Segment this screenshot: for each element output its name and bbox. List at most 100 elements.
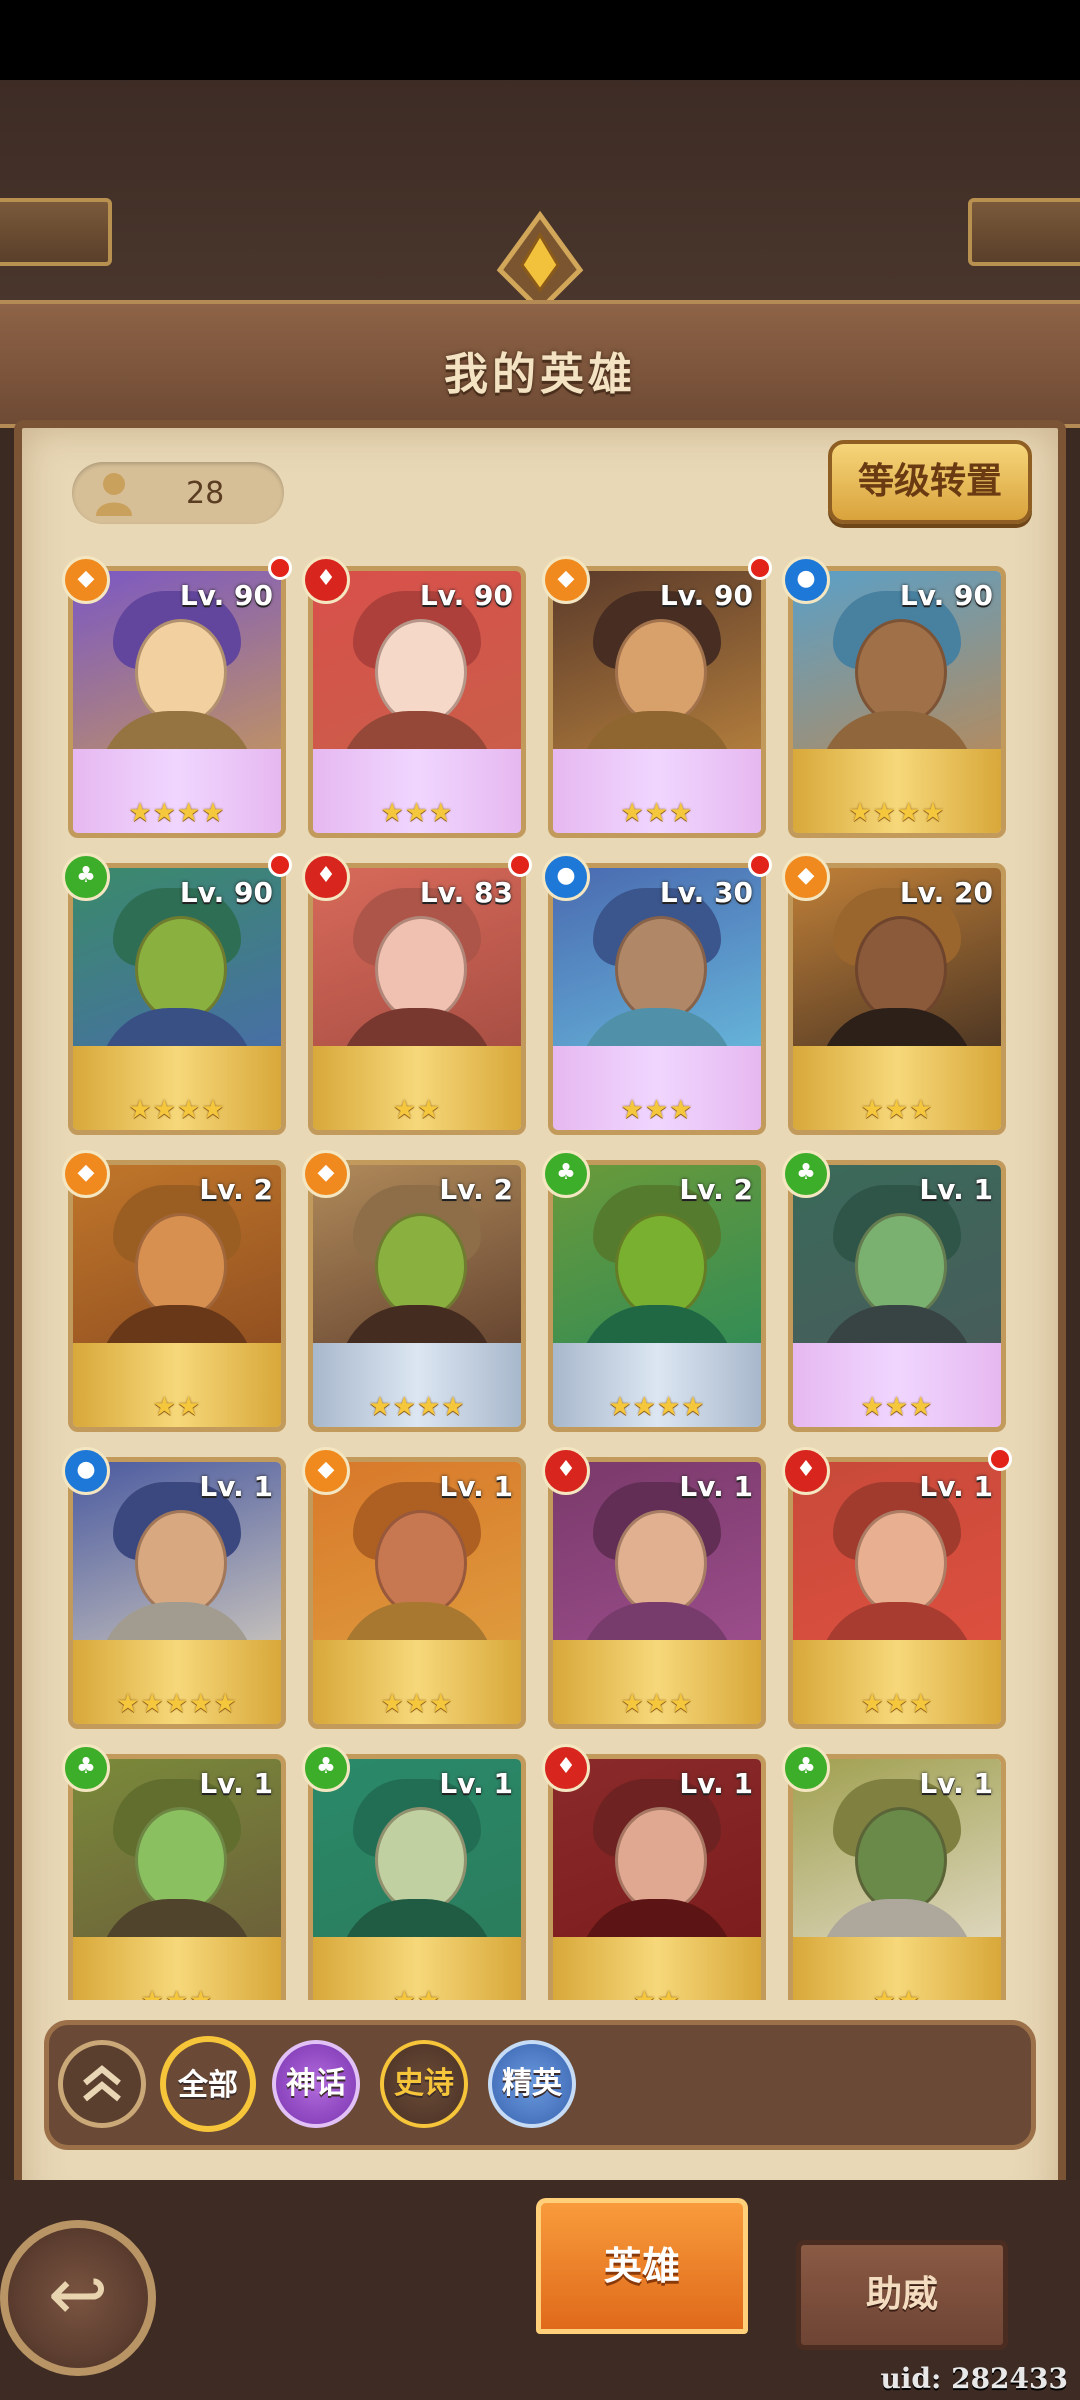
red-element-icon: ♦ (542, 1744, 590, 1792)
portrait-face (855, 1807, 947, 1913)
hero-level: Lv. 90 (179, 876, 273, 909)
hero-card[interactable]: ★★★ Lv. 30 (548, 863, 766, 1135)
page-title: 我的英雄 (444, 349, 636, 400)
hero-card[interactable]: ★★★★★ Lv. 1 (68, 1457, 286, 1729)
hero-card[interactable]: ★★ Lv. 1 (788, 1754, 1006, 2000)
hero-level: Lv. 2 (439, 1173, 513, 1206)
rarity-frame (73, 1343, 281, 1389)
filter-elite-button[interactable]: 精英 (488, 2040, 576, 2128)
portrait-face (135, 619, 227, 725)
rarity-frame (553, 1343, 761, 1389)
hero-card[interactable]: ★★★★ Lv. 2 (548, 1160, 766, 1432)
star-rating: ★★ (73, 1389, 281, 1427)
star-rating: ★★★ (553, 795, 761, 833)
hero-card[interactable]: ★★ Lv. 1 (548, 1754, 766, 2000)
orange-element-icon: ◆ (782, 853, 830, 901)
rarity-frame (313, 1937, 521, 1983)
orange-element-icon: ◆ (62, 556, 110, 604)
hero-card[interactable]: ★★★★ Lv. 2 (308, 1160, 526, 1432)
star-rating: ★★ (553, 1983, 761, 2000)
portrait-face (135, 1807, 227, 1913)
green-element-icon: ♣ (782, 1744, 830, 1792)
rarity-frame (313, 1640, 521, 1686)
star-rating: ★★★ (793, 1092, 1001, 1130)
star-rating: ★★★★ (73, 1092, 281, 1130)
hero-card[interactable]: ★★★ Lv. 90 (548, 566, 766, 838)
red-element-icon: ♦ (782, 1447, 830, 1495)
hero-card[interactable]: ★★★ Lv. 1 (68, 1754, 286, 2000)
notification-dot (268, 556, 292, 580)
notification-dot (988, 1447, 1012, 1471)
rarity-frame (73, 749, 281, 795)
hero-card[interactable]: ★★★ Lv. 1 (788, 1160, 1006, 1432)
rarity-frame (553, 1640, 761, 1686)
star-rating: ★★ (313, 1983, 521, 2000)
back-button[interactable]: ↩ (0, 2220, 156, 2376)
rarity-frame (313, 1046, 521, 1092)
blue-element-icon: ● (62, 1447, 110, 1495)
star-rating: ★★★★ (313, 1389, 521, 1427)
red-element-icon: ♦ (302, 556, 350, 604)
hero-card[interactable]: ★★★★ Lv. 90 (68, 566, 286, 838)
portrait-face (615, 619, 707, 725)
hero-count: 28 (186, 476, 225, 511)
tab-heroes[interactable]: 英雄 (536, 2198, 748, 2334)
rarity-frame (793, 749, 1001, 795)
star-rating: ★★★ (553, 1092, 761, 1130)
hero-card[interactable]: ★★★ Lv. 1 (548, 1457, 766, 1729)
hero-level: Lv. 1 (199, 1470, 273, 1503)
hero-card[interactable]: ★★ Lv. 2 (68, 1160, 286, 1432)
orange-element-icon: ◆ (62, 1150, 110, 1198)
rarity-frame (73, 1640, 281, 1686)
red-element-icon: ♦ (302, 853, 350, 901)
hero-card[interactable]: ★★ Lv. 83 (308, 863, 526, 1135)
portrait-face (855, 1213, 947, 1319)
hero-level: Lv. 1 (679, 1767, 753, 1800)
rarity-frame (793, 1640, 1001, 1686)
hero-level: Lv. 2 (199, 1173, 273, 1206)
hero-level: Lv. 1 (919, 1173, 993, 1206)
left-ornament (0, 198, 112, 266)
hero-card[interactable]: ★★★ Lv. 1 (308, 1457, 526, 1729)
star-rating: ★★★ (73, 1983, 281, 2000)
filter-mythic-button[interactable]: 神话 (272, 2040, 360, 2128)
orange-element-icon: ◆ (302, 1150, 350, 1198)
star-rating: ★★ (313, 1092, 521, 1130)
portrait-face (615, 1807, 707, 1913)
filter-all-button[interactable]: 全部 (160, 2036, 256, 2132)
blue-element-icon: ● (782, 556, 830, 604)
rarity-frame (313, 1343, 521, 1389)
tab-support[interactable]: 助威 (796, 2240, 1008, 2350)
hero-card[interactable]: ★★★ Lv. 1 (788, 1457, 1006, 1729)
portrait-face (375, 916, 467, 1022)
hero-level: Lv. 90 (899, 579, 993, 612)
notification-dot (268, 853, 292, 877)
hero-level: Lv. 1 (199, 1767, 273, 1800)
hero-card[interactable]: ★★★ Lv. 20 (788, 863, 1006, 1135)
hero-level: Lv. 90 (419, 579, 513, 612)
hero-card[interactable]: ★★★★ Lv. 90 (68, 863, 286, 1135)
person-icon (96, 473, 132, 516)
hero-card[interactable]: ★★★★ Lv. 90 (788, 566, 1006, 838)
hero-level: Lv. 1 (679, 1470, 753, 1503)
hero-card[interactable]: ★★ Lv. 1 (308, 1754, 526, 2000)
rarity-frame (313, 749, 521, 795)
hero-level: Lv. 30 (659, 876, 753, 909)
rarity-frame (553, 1937, 761, 1983)
portrait-face (855, 619, 947, 725)
hero-card[interactable]: ★★★ Lv. 90 (308, 566, 526, 838)
red-element-icon: ♦ (542, 1447, 590, 1495)
collapse-button[interactable] (58, 2040, 146, 2128)
rarity-frame (73, 1937, 281, 1983)
portrait-face (135, 1510, 227, 1616)
filter-epic-button[interactable]: 史诗 (380, 2040, 468, 2128)
orange-element-icon: ◆ (302, 1447, 350, 1495)
green-element-icon: ♣ (782, 1150, 830, 1198)
status-bar (0, 0, 1080, 80)
hero-level: Lv. 83 (419, 876, 513, 909)
rarity-frame (793, 1046, 1001, 1092)
level-reset-button[interactable]: 等级转置 (828, 440, 1032, 524)
blue-element-icon: ● (542, 853, 590, 901)
portrait-face (375, 1510, 467, 1616)
hero-level: Lv. 1 (439, 1470, 513, 1503)
